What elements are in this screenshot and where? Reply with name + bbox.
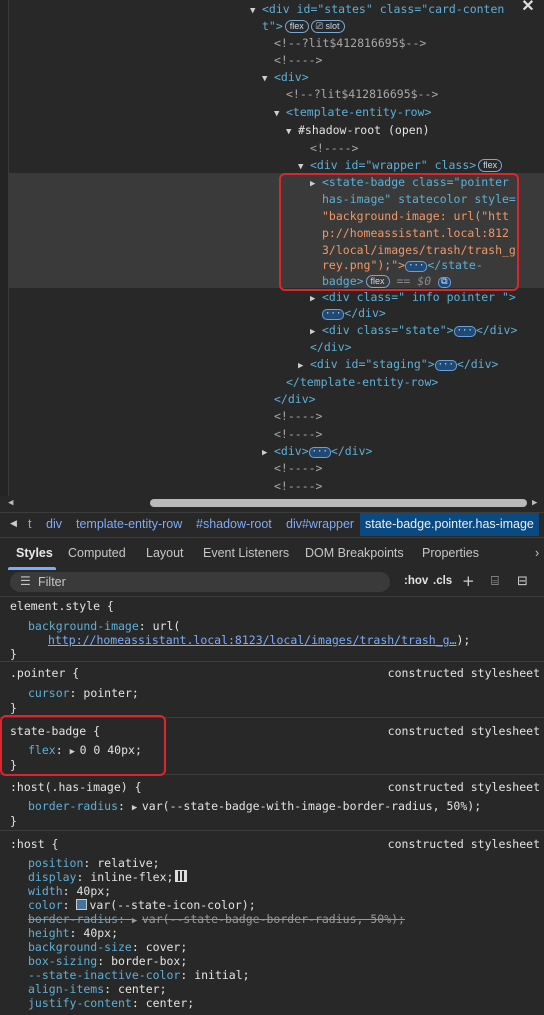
declaration[interactable]: background-size: cover; — [28, 940, 187, 954]
rule-selector[interactable]: .pointer { — [10, 666, 79, 680]
declaration[interactable]: display: inline-flex; — [28, 870, 188, 884]
declaration-cont: http://homeassistant.local:8123/local/im… — [48, 633, 471, 647]
tree-comment[interactable]: <!----> — [274, 52, 322, 69]
more-tabs-icon[interactable]: › — [535, 546, 539, 560]
tab-dom-breakpoints[interactable]: DOM Breakpoints — [305, 546, 404, 560]
rule-host: :host { constructed stylesheet position:… — [0, 831, 544, 1015]
rule-selector[interactable]: :host { — [10, 837, 58, 851]
rule-source[interactable]: constructed stylesheet — [388, 666, 540, 680]
breadcrumb-item[interactable]: div#wrapper — [286, 517, 354, 531]
close-icon[interactable]: ✕ — [518, 0, 538, 15]
tab-properties[interactable]: Properties — [422, 546, 479, 560]
breadcrumb-item[interactable]: template-entity-row — [76, 517, 182, 531]
styles-toolbar: ☰ :hov .cls + ⌸ ⊟ — [0, 570, 544, 597]
hov-toggle[interactable]: :hov — [404, 575, 428, 587]
slot-badge[interactable]: ⎚ slot — [310, 20, 345, 33]
expand-shorthand-icon[interactable]: ▶ — [132, 914, 142, 928]
scroll-right-icon[interactable]: ▶ — [532, 498, 537, 508]
rule-pointer: .pointer { constructed stylesheet cursor… — [0, 662, 544, 718]
breadcrumb: ◀ t div template-entity-row #shadow-root… — [0, 512, 544, 537]
breadcrumb-selected[interactable]: state-badge.pointer.has-image — [360, 513, 539, 536]
close-brace: } — [10, 814, 17, 828]
background-image-link[interactable]: http://homeassistant.local:8123/local/im… — [48, 633, 457, 647]
tab-event-listeners[interactable]: Event Listeners — [203, 546, 289, 560]
tree-comment[interactable]: <!----> — [310, 140, 358, 157]
styles-pane: element.style { background-image: url( h… — [0, 597, 544, 1015]
scroll-left-icon[interactable]: ◀ — [8, 498, 13, 508]
declaration[interactable]: box-sizing: border-box; — [28, 954, 187, 968]
rule-host-has-image: :host(.has-image) { constructed styleshe… — [0, 775, 544, 831]
tree-comment[interactable]: <!--?lit$412816695$--> — [286, 86, 438, 103]
breadcrumb-item[interactable]: #shadow-root — [196, 517, 272, 531]
declaration[interactable]: position: relative; — [28, 856, 160, 870]
declaration[interactable]: --state-inactive-color: initial; — [28, 968, 250, 982]
tree-node-div-state[interactable]: ▶ <div class="state"> ··· </div> — [310, 322, 517, 339]
tree-node-template-entity-row[interactable]: ▼ <template-entity-row> — [274, 104, 431, 121]
expand-ellipsis[interactable]: ··· — [434, 360, 457, 371]
tree-node-div-states[interactable]: ▼ <div id="states" class="card-conten — [250, 1, 504, 18]
tree-node-div-info[interactable]: ▶ <div class=" info pointer "> — [310, 289, 516, 306]
color-swatch[interactable] — [76, 899, 88, 910]
toggle-sidebar-icon[interactable]: ⊟ — [517, 574, 528, 589]
tree-node-div-wrapper[interactable]: ▼ <div id="wrapper" class> flex — [298, 157, 503, 174]
tree-node-div-states-cont: t"> flex ⎚ slot — [262, 18, 345, 35]
tree-node-div-collapsed[interactable]: ▶ <div> ··· </div> — [262, 443, 372, 460]
rule-state-badge: state-badge { constructed stylesheet fle… — [0, 715, 544, 776]
declaration[interactable]: color: var(--state-icon-color); — [28, 898, 256, 912]
rule-source[interactable]: constructed stylesheet — [388, 724, 540, 738]
tree-comment[interactable]: <!----> — [274, 408, 322, 425]
tree-node-div-staging[interactable]: ▶ <div id="staging"> ··· </div> — [298, 356, 498, 373]
flexbox-editor-icon[interactable] — [175, 870, 188, 882]
rule-selector[interactable]: element.style { — [10, 599, 114, 613]
declaration[interactable]: cursor: pointer; — [28, 686, 139, 700]
rule-selector[interactable]: :host(.has-image) { — [10, 780, 142, 794]
flex-badge[interactable]: flex — [478, 159, 503, 172]
tree-close-template-entity-row[interactable]: </template-entity-row> — [286, 374, 438, 391]
expand-ellipsis[interactable]: ··· — [308, 447, 331, 458]
cls-toggle[interactable]: .cls — [433, 575, 452, 587]
declaration[interactable]: justify-content: center; — [28, 996, 194, 1010]
filter-icon: ☰ — [20, 574, 31, 588]
rule-source[interactable]: constructed stylesheet — [388, 780, 540, 794]
tree-node-shadow-root[interactable]: ▼ #shadow-root (open) — [286, 122, 430, 139]
highlight-box — [0, 715, 166, 776]
tree-node-div[interactable]: ▼ <div> — [262, 69, 309, 86]
sidebar-tabs: Styles Computed Layout Event Listeners D… — [0, 537, 544, 571]
tab-layout[interactable]: Layout — [146, 546, 184, 560]
declaration[interactable]: border-radius: ▶ var(--state-badge-with-i… — [28, 799, 481, 815]
highlight-box — [279, 173, 519, 291]
close-brace: } — [10, 647, 17, 661]
expand-ellipsis[interactable]: ··· — [453, 326, 476, 337]
tree-comment[interactable]: <!----> — [274, 426, 322, 443]
tree-node-div-info-cont: ··· </div> — [322, 305, 386, 322]
flex-badge[interactable]: flex — [284, 20, 309, 33]
tree-comment[interactable]: <!----> — [274, 478, 322, 495]
close-brace: } — [10, 701, 17, 715]
filter-input[interactable] — [38, 574, 378, 590]
element-state-icon[interactable]: ⌸ — [491, 574, 499, 589]
tab-computed[interactable]: Computed — [68, 546, 126, 560]
breadcrumb-back-icon[interactable]: ◀ — [10, 518, 17, 529]
elements-tree: ✕ ▼ <div id="states" class="card-conten t… — [0, 0, 544, 496]
slot-icon: ⎚ — [315, 21, 326, 31]
rule-element-style: element.style { background-image: url( h… — [0, 597, 544, 662]
tree-comment[interactable]: <!--?lit$412816695$--> — [274, 35, 426, 52]
tree-close-div[interactable]: </div> — [274, 391, 316, 408]
tab-styles[interactable]: Styles — [16, 546, 53, 560]
rule-source[interactable]: constructed stylesheet — [388, 837, 540, 851]
new-rule-icon[interactable]: + — [462, 572, 475, 590]
tree-comment[interactable]: <!----> — [274, 460, 322, 477]
tree-close-div[interactable]: </div> — [310, 339, 352, 356]
declaration[interactable]: width: 40px; — [28, 884, 111, 898]
declaration[interactable]: background-image: url( — [28, 619, 180, 633]
breadcrumb-item[interactable]: t — [28, 517, 31, 531]
horizontal-scrollbar[interactable]: ◀ ▶ — [0, 496, 544, 510]
scrollbar-thumb[interactable] — [150, 499, 527, 507]
breadcrumb-item[interactable]: div — [46, 517, 62, 531]
declaration[interactable]: height: 40px; — [28, 926, 118, 940]
expand-ellipsis[interactable]: ··· — [322, 309, 345, 320]
expand-shorthand-icon[interactable]: ▶ — [132, 801, 142, 815]
declaration[interactable]: align-items: center; — [28, 982, 167, 996]
